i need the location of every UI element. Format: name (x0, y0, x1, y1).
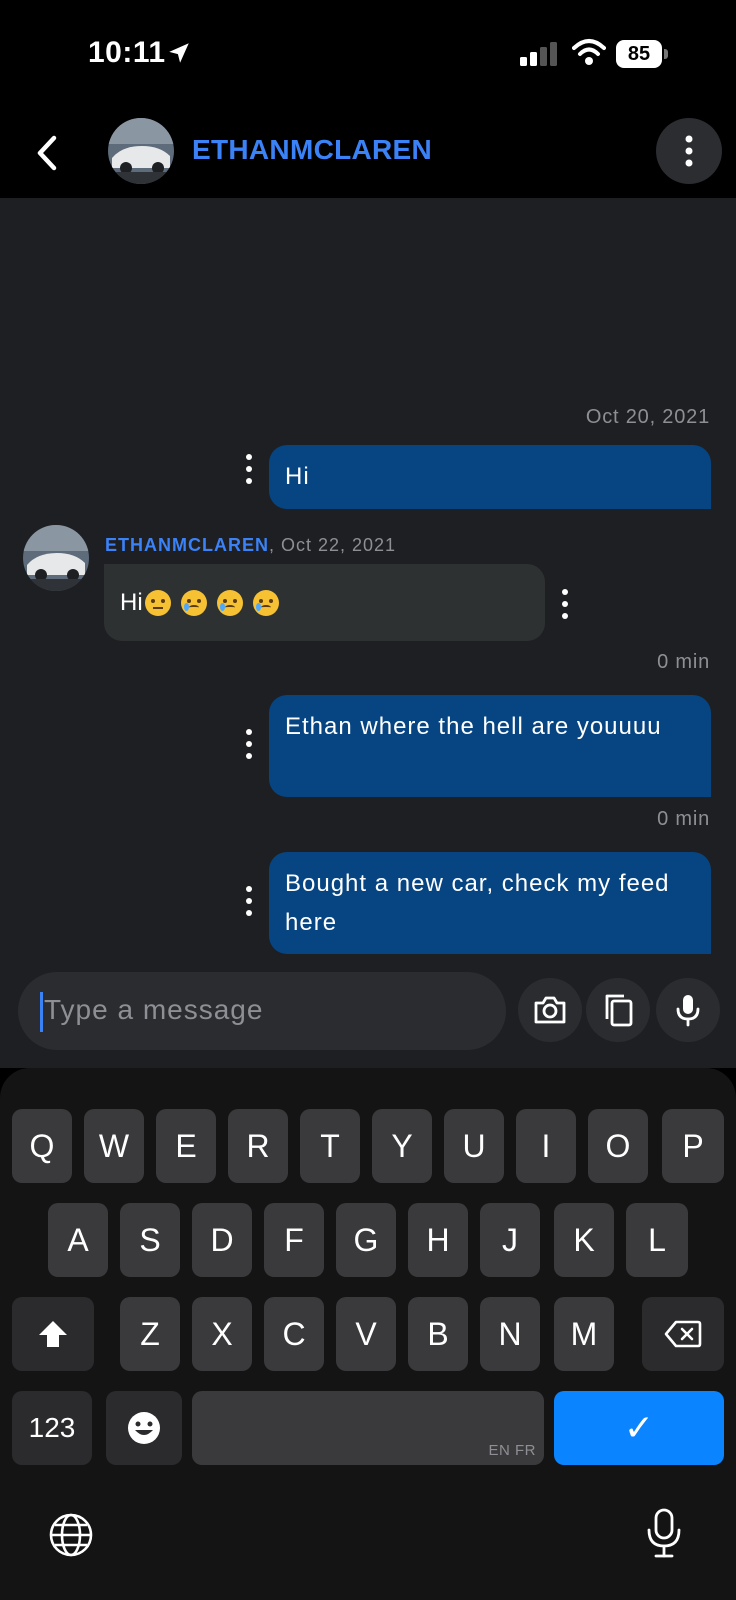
key-t[interactable]: T (300, 1109, 360, 1183)
message-text: Ethan where the hell are youuuu (285, 713, 662, 740)
on-screen-keyboard: Q W E R T Y U I O P A S D F G H J K L Z … (0, 1068, 736, 1600)
message-timestamp: 0 min (657, 808, 710, 830)
key-a[interactable]: A (48, 1203, 108, 1277)
message-timestamp: , Oct 22, 2021 (269, 535, 397, 555)
camera-icon (534, 996, 566, 1024)
message-timestamp: Oct 20, 2021 (585, 406, 710, 428)
message-text: Hi (285, 463, 310, 490)
key-x[interactable]: X (192, 1297, 252, 1371)
key-f[interactable]: F (264, 1203, 324, 1277)
microphone-icon (676, 995, 700, 1027)
voice-message-button[interactable] (656, 978, 720, 1042)
sender-line: ETHANMCLAREN, Oct 22, 2021 (105, 535, 396, 556)
message-text: Bought a new car, check my feed here (285, 870, 670, 936)
copy-icon (605, 994, 633, 1027)
key-r[interactable]: R (228, 1109, 288, 1183)
message-options-icon[interactable] (244, 453, 254, 485)
key-p[interactable]: P (662, 1109, 724, 1183)
key-j[interactable]: J (480, 1203, 540, 1277)
message-input-placeholder: Type a message (44, 994, 264, 1025)
shift-icon (39, 1321, 67, 1347)
key-l[interactable]: L (626, 1203, 688, 1277)
backspace-icon (664, 1320, 702, 1348)
crying-face-emoji (216, 589, 243, 616)
sender-name[interactable]: ETHANMCLAREN (105, 535, 269, 555)
backspace-key[interactable] (642, 1297, 724, 1371)
message-list[interactable]: Oct 20, 2021 Hi ETHANMCLAREN, Oct 22, 20… (0, 198, 736, 1068)
key-m[interactable]: M (554, 1297, 614, 1371)
message-options-icon[interactable] (244, 728, 254, 760)
message-options-icon[interactable] (560, 588, 570, 620)
message-options-icon[interactable] (244, 885, 254, 917)
persevering-face-emoji (144, 589, 171, 616)
key-g[interactable]: G (336, 1203, 396, 1277)
key-w[interactable]: W (84, 1109, 144, 1183)
message-timestamp: 0 min (657, 651, 710, 673)
key-o[interactable]: O (588, 1109, 648, 1183)
message-input[interactable]: Type a message (18, 972, 506, 1050)
crying-face-emoji (180, 589, 207, 616)
key-c[interactable]: C (264, 1297, 324, 1371)
emoji-icon (128, 1412, 160, 1444)
battery-icon: 85 (616, 40, 668, 68)
key-y[interactable]: Y (372, 1109, 432, 1183)
key-h[interactable]: H (408, 1203, 468, 1277)
message-text: Hi (120, 588, 143, 616)
sender-avatar[interactable] (23, 525, 89, 591)
status-time: 10:11 (88, 36, 166, 69)
key-z[interactable]: Z (120, 1297, 180, 1371)
key-i[interactable]: I (516, 1109, 576, 1183)
outgoing-message[interactable]: Hi (269, 445, 711, 509)
key-n[interactable]: N (480, 1297, 540, 1371)
key-u[interactable]: U (444, 1109, 504, 1183)
contact-avatar[interactable] (108, 118, 174, 184)
space-key[interactable]: EN FR (192, 1391, 544, 1465)
key-s[interactable]: S (120, 1203, 180, 1277)
more-vertical-icon (685, 135, 693, 167)
key-d[interactable]: D (192, 1203, 252, 1277)
shift-key[interactable] (12, 1297, 94, 1371)
more-options-button[interactable] (656, 118, 722, 184)
location-arrow-icon (169, 43, 189, 63)
numbers-key[interactable]: 123 (12, 1391, 92, 1465)
outgoing-message[interactable]: Bought a new car, check my feed here (269, 852, 711, 954)
globe-icon[interactable] (48, 1512, 94, 1558)
back-chevron-icon[interactable] (30, 130, 66, 176)
chat-header: ETHANMCLAREN (0, 108, 736, 198)
dictation-mic-icon[interactable] (646, 1508, 682, 1560)
key-v[interactable]: V (336, 1297, 396, 1371)
battery-level: 85 (616, 40, 662, 68)
key-b[interactable]: B (408, 1297, 468, 1371)
key-q[interactable]: Q (12, 1109, 72, 1183)
text-caret (40, 992, 43, 1032)
cellular-signal-icon (520, 42, 557, 66)
outgoing-message[interactable]: Ethan where the hell are youuuu (269, 695, 711, 797)
copy-button[interactable] (586, 978, 650, 1042)
camera-button[interactable] (518, 978, 582, 1042)
emoji-key[interactable] (106, 1391, 182, 1465)
status-bar: 10:11 85 (0, 0, 736, 108)
confirm-key[interactable]: ✓ (554, 1391, 724, 1465)
space-language-label: EN FR (488, 1442, 536, 1459)
incoming-message[interactable]: Hi (104, 564, 545, 641)
contact-name[interactable]: ETHANMCLAREN (192, 134, 432, 166)
composer: Type a message (0, 958, 736, 1068)
crying-face-emoji (252, 589, 279, 616)
key-k[interactable]: K (554, 1203, 614, 1277)
key-e[interactable]: E (156, 1109, 216, 1183)
wifi-icon (572, 39, 606, 65)
